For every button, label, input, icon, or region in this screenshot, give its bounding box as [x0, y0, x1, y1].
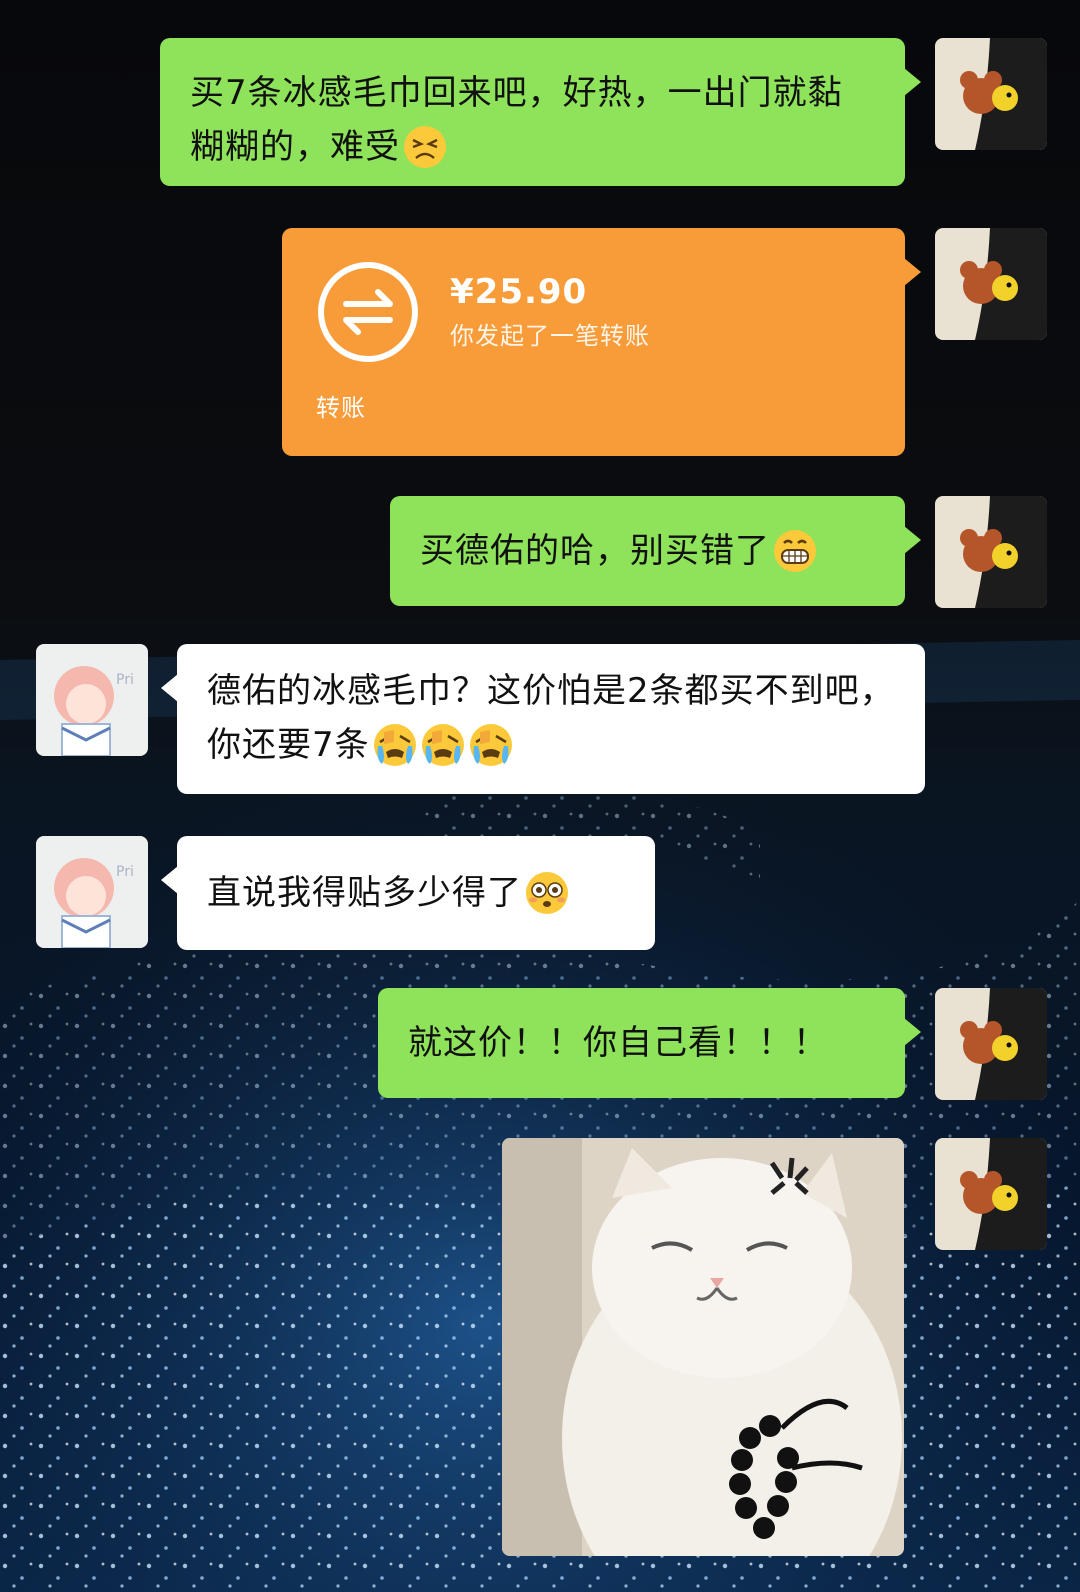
- message-bubble[interactable]: 买7条冰感毛巾回来吧，好热，一出门就黏糊糊的，难受: [160, 38, 921, 186]
- message-text: 直说我得贴多少得了: [207, 873, 522, 913]
- self-avatar[interactable]: [935, 38, 1047, 150]
- message-text: 买7条冰感毛巾回来吧，好热，一出门就黏糊糊的，难受: [190, 73, 843, 167]
- transfer-label: 转账: [316, 394, 366, 422]
- self-avatar[interactable]: [935, 988, 1047, 1100]
- self-avatar[interactable]: [935, 496, 1047, 608]
- message-text: 德佑的冰感毛巾？这价怕是2条都买不到吧，你还要7条: [207, 671, 895, 765]
- message-bubble[interactable]: 就这价！！你自己看！！！: [378, 988, 921, 1098]
- persevering-face-icon: [402, 124, 448, 170]
- svg-text:Pri: Pri: [116, 864, 134, 880]
- message-text: 就这价！！你自己看！！！: [408, 1023, 828, 1063]
- transfer-card[interactable]: ¥25.90 你发起了一笔转账 转账: [282, 228, 921, 456]
- transfer-arrows-icon: [318, 262, 418, 362]
- message-bubble[interactable]: 德佑的冰感毛巾？这价怕是2条都买不到吧，你还要7条: [161, 644, 925, 794]
- self-avatar[interactable]: [935, 1138, 1047, 1250]
- crying-face-icon: [468, 722, 514, 768]
- message-bubble[interactable]: 直说我得贴多少得了: [161, 836, 655, 950]
- angry-cat-sticker-image[interactable]: [502, 1138, 904, 1556]
- transfer-amount: ¥25.90: [450, 272, 588, 312]
- transfer-description: 你发起了一笔转账: [450, 322, 650, 350]
- message-bubble[interactable]: 买德佑的哈，别买错了: [390, 496, 921, 606]
- contact-avatar[interactable]: Pri: [36, 836, 148, 948]
- message-text: 买德佑的哈，别买错了: [420, 531, 770, 571]
- crying-face-icon: [420, 722, 466, 768]
- grinning-face-icon: [772, 528, 818, 574]
- flushed-face-icon: [524, 870, 570, 916]
- svg-text:Pri: Pri: [116, 672, 134, 688]
- self-avatar[interactable]: [935, 228, 1047, 340]
- contact-avatar[interactable]: Pri: [36, 644, 148, 756]
- crying-face-icon: [372, 722, 418, 768]
